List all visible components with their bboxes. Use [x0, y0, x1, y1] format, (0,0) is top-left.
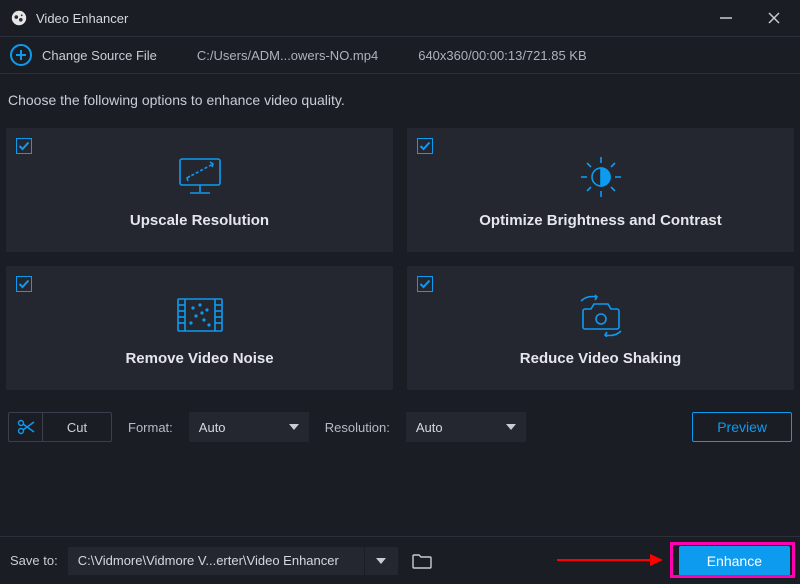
scissors-icon	[9, 413, 43, 441]
resolution-value: Auto	[416, 420, 476, 435]
enhancement-grid: Upscale Resolution	[6, 128, 794, 390]
film-noise-icon	[175, 290, 225, 340]
format-value: Auto	[199, 420, 259, 435]
checkbox-upscale[interactable]	[16, 138, 32, 154]
checkbox-noise[interactable]	[16, 276, 32, 292]
preview-button[interactable]: Preview	[692, 412, 792, 442]
format-select[interactable]: Auto	[189, 412, 309, 442]
format-label: Format:	[128, 420, 173, 435]
card-reduce-shaking[interactable]: Reduce Video Shaking	[407, 266, 794, 390]
camera-shake-icon	[573, 290, 629, 340]
card-optimize-brightness[interactable]: Optimize Brightness and Contrast	[407, 128, 794, 252]
card-label: Remove Video Noise	[125, 350, 273, 367]
card-upscale-resolution[interactable]: Upscale Resolution	[6, 128, 393, 252]
resolution-label: Resolution:	[325, 420, 390, 435]
controls-row: Cut Format: Auto Resolution: Auto Previe…	[6, 412, 794, 442]
open-folder-button[interactable]	[408, 547, 436, 575]
source-bar: Change Source File C:/Users/ADM...owers-…	[0, 36, 800, 74]
save-path-value: C:\Vidmore\Vidmore V...erter\Video Enhan…	[78, 553, 364, 568]
window-controls	[710, 2, 790, 34]
save-path-select[interactable]: C:\Vidmore\Vidmore V...erter\Video Enhan…	[68, 547, 398, 575]
change-source-button[interactable]: Change Source File	[10, 44, 157, 66]
caret-down-icon	[506, 424, 516, 430]
minimize-button[interactable]	[710, 2, 742, 34]
checkbox-shaking[interactable]	[417, 276, 433, 292]
save-to-label: Save to:	[10, 553, 58, 568]
enhance-label: Enhance	[707, 553, 762, 569]
monitor-icon	[176, 152, 224, 202]
preview-label: Preview	[717, 419, 767, 435]
enhance-button[interactable]: Enhance	[679, 546, 790, 576]
plus-circle-icon	[10, 44, 32, 66]
source-metadata: 640x360/00:00:13/721.85 KB	[418, 48, 586, 63]
caret-down-icon	[376, 558, 386, 564]
card-label: Upscale Resolution	[130, 212, 269, 229]
brightness-icon	[577, 152, 625, 202]
instruction-text: Choose the following options to enhance …	[6, 92, 794, 108]
checkbox-brightness[interactable]	[417, 138, 433, 154]
caret-down-icon	[289, 424, 299, 430]
window-title: Video Enhancer	[36, 11, 710, 26]
close-button[interactable]	[758, 2, 790, 34]
resolution-select[interactable]: Auto	[406, 412, 526, 442]
app-logo-icon	[10, 9, 28, 27]
footer: Save to: C:\Vidmore\Vidmore V...erter\Vi…	[0, 536, 800, 584]
card-label: Optimize Brightness and Contrast	[479, 212, 722, 229]
card-remove-noise[interactable]: Remove Video Noise	[6, 266, 393, 390]
card-label: Reduce Video Shaking	[520, 350, 681, 367]
main-content: Choose the following options to enhance …	[0, 74, 800, 442]
titlebar: Video Enhancer	[0, 0, 800, 36]
change-source-label: Change Source File	[42, 48, 157, 63]
cut-button[interactable]: Cut	[8, 412, 112, 442]
cut-label: Cut	[43, 420, 111, 435]
source-path: C:/Users/ADM...owers-NO.mp4	[197, 48, 378, 63]
